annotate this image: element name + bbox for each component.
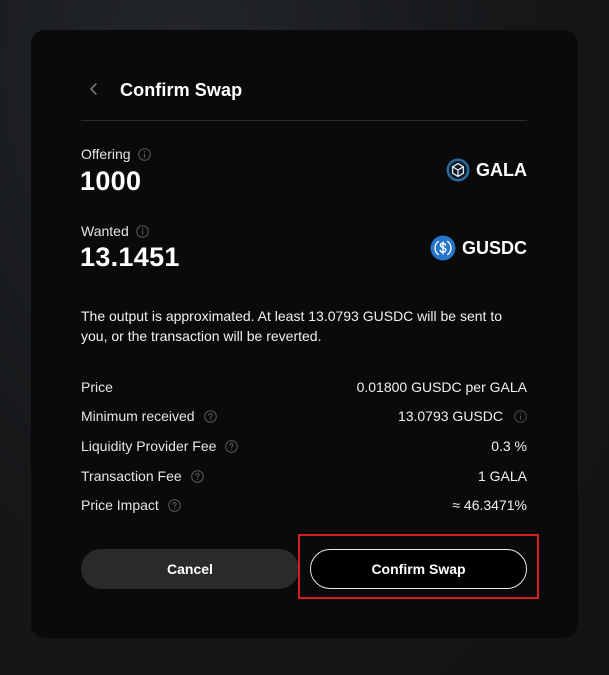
transaction-fee-value: 1 GALA <box>477 468 527 484</box>
offering-label: Offering <box>81 146 131 162</box>
confirm-swap-button[interactable]: Confirm Swap <box>310 549 527 589</box>
cancel-button[interactable]: Cancel <box>81 549 299 589</box>
price-impact-value: ≈ 46.3471% <box>452 497 527 513</box>
approximation-notice: The output is approximated. At least 13.… <box>81 308 503 344</box>
confirm-swap-dialog: Confirm Swap Offering 1000 GALA Wanted 1… <box>31 30 578 638</box>
minimum-received-value: 13.0793 GUSDC <box>397 408 503 424</box>
detail-row-price-impact: Price Impact ≈ 46.3471% <box>81 497 527 517</box>
offering-label-group: Offering <box>81 146 151 162</box>
chevron-left-icon[interactable] <box>87 82 101 96</box>
liquidity-fee-label: Liquidity Provider Fee <box>81 438 217 454</box>
transaction-fee-label-group: Transaction Fee <box>81 468 204 484</box>
price-label: Price <box>81 379 113 395</box>
detail-row-minimum-received: Minimum received 13.0793 GUSDC <box>81 408 527 428</box>
question-icon[interactable] <box>190 469 204 483</box>
detail-row-price: Price 0.01800 GUSDC per GALA <box>81 379 527 399</box>
offering-token[interactable]: GALA <box>446 158 527 182</box>
info-icon[interactable] <box>135 224 149 238</box>
wanted-token[interactable]: GUSDC <box>430 235 527 261</box>
gala-token-icon <box>446 158 470 182</box>
minimum-received-label: Minimum received <box>81 408 195 424</box>
detail-row-liquidity-fee: Liquidity Provider Fee 0.3 % <box>81 438 527 458</box>
question-icon[interactable] <box>225 439 239 453</box>
liquidity-fee-value: 0.3 % <box>491 438 527 454</box>
dialog-header: Confirm Swap <box>81 74 527 121</box>
wanted-amount: 13.1451 <box>80 242 180 272</box>
liquidity-fee-label-group: Liquidity Provider Fee <box>81 438 239 454</box>
wanted-label: Wanted <box>81 223 129 239</box>
wanted-label-group: Wanted <box>81 223 149 239</box>
question-icon[interactable] <box>203 409 217 423</box>
price-value: 0.01800 GUSDC per GALA <box>356 379 527 395</box>
info-icon[interactable] <box>514 409 527 423</box>
wanted-token-name: GUSDC <box>461 237 527 258</box>
offering-token-name: GALA <box>476 159 527 180</box>
detail-row-transaction-fee: Transaction Fee 1 GALA <box>81 468 527 488</box>
transaction-fee-label: Transaction Fee <box>81 468 182 484</box>
gusdc-token-icon <box>430 235 456 261</box>
offering-amount: 1000 <box>80 166 142 196</box>
price-impact-label: Price Impact <box>81 497 159 513</box>
minimum-received-label-group: Minimum received <box>81 408 217 424</box>
price-impact-label-group: Price Impact <box>81 497 181 513</box>
minimum-received-value-group: 13.0793 GUSDC <box>398 408 527 424</box>
info-icon[interactable] <box>137 147 151 161</box>
dialog-title: Confirm Swap <box>120 80 243 100</box>
question-icon[interactable] <box>168 498 181 512</box>
